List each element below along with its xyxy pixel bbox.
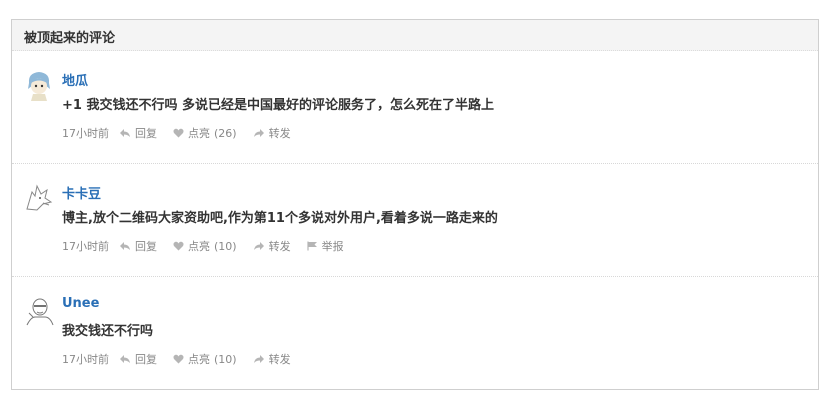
reply-label: 回复 [135,127,157,140]
comment-text: 博主,放个二维码大家资助吧,作为第11个多说对外用户,看着多说一路走来的 [62,211,498,226]
like-button[interactable]: 点亮 (26) [173,125,237,141]
reply-icon [120,129,130,137]
like-label: 点亮 [188,240,210,253]
reply-label: 回复 [135,353,157,366]
comment-text: 我交钱还不行吗 [62,324,154,339]
comment-time: 17小时前 [62,240,109,253]
avatar[interactable] [23,69,55,101]
like-label: 点亮 [188,353,210,366]
like-button[interactable]: 点亮 (10) [173,351,237,367]
report-button[interactable]: 举报 [306,238,344,254]
reply-button[interactable]: 回复 [119,125,157,141]
comment-author[interactable]: 卡卡豆 [62,183,101,202]
like-count: (10) [214,239,237,253]
hot-comments-panel: 被顶起来的评论 地瓜 +1 我交钱还不行吗 多说已经是中国最好的评论服务了，怎么… [11,19,819,390]
like-button[interactable]: 点亮 (10) [173,238,237,254]
comment-item: 地瓜 +1 我交钱还不行吗 多说已经是中国最好的评论服务了，怎么死在了半路上 1… [12,51,818,164]
heart-icon [173,241,184,251]
comment-text: +1 我交钱还不行吗 多说已经是中国最好的评论服务了，怎么死在了半路上 [62,98,494,113]
flag-icon [306,241,317,251]
like-label: 点亮 [188,127,210,140]
like-count: (26) [214,126,237,140]
comment-actions: 17小时前 回复 点亮 (10) 转发 [62,351,307,367]
share-button[interactable]: 转发 [253,238,291,254]
reply-button[interactable]: 回复 [119,238,157,254]
report-label: 举报 [321,240,344,253]
comment-actions: 17小时前 回复 点亮 (26) 转发 [62,125,307,141]
comment-actions: 17小时前 回复 点亮 (10) 转发 举报 [62,238,360,254]
reply-label: 回复 [135,240,157,253]
share-arrow-icon [253,129,264,137]
share-label: 转发 [268,240,291,253]
like-count: (10) [214,352,237,366]
comment-author[interactable]: 地瓜 [62,70,88,89]
reply-button[interactable]: 回复 [119,351,157,367]
heart-icon [173,354,184,364]
panel-title: 被顶起来的评论 [12,20,818,51]
comment-author[interactable]: Unee [62,296,99,311]
share-arrow-icon [253,355,264,363]
comment-item: Unee 我交钱还不行吗 17小时前 回复 点亮 (10) 转发 [12,277,818,390]
share-button[interactable]: 转发 [253,351,291,367]
share-label: 转发 [268,127,291,140]
avatar[interactable] [23,182,55,214]
comment-time: 17小时前 [62,127,109,140]
share-button[interactable]: 转发 [253,125,291,141]
reply-icon [120,242,130,250]
share-label: 转发 [268,353,291,366]
heart-icon [173,128,184,138]
comment-time: 17小时前 [62,353,109,366]
avatar[interactable] [23,295,55,327]
share-arrow-icon [253,242,264,250]
comment-item: 卡卡豆 博主,放个二维码大家资助吧,作为第11个多说对外用户,看着多说一路走来的… [12,164,818,277]
reply-icon [120,355,130,363]
